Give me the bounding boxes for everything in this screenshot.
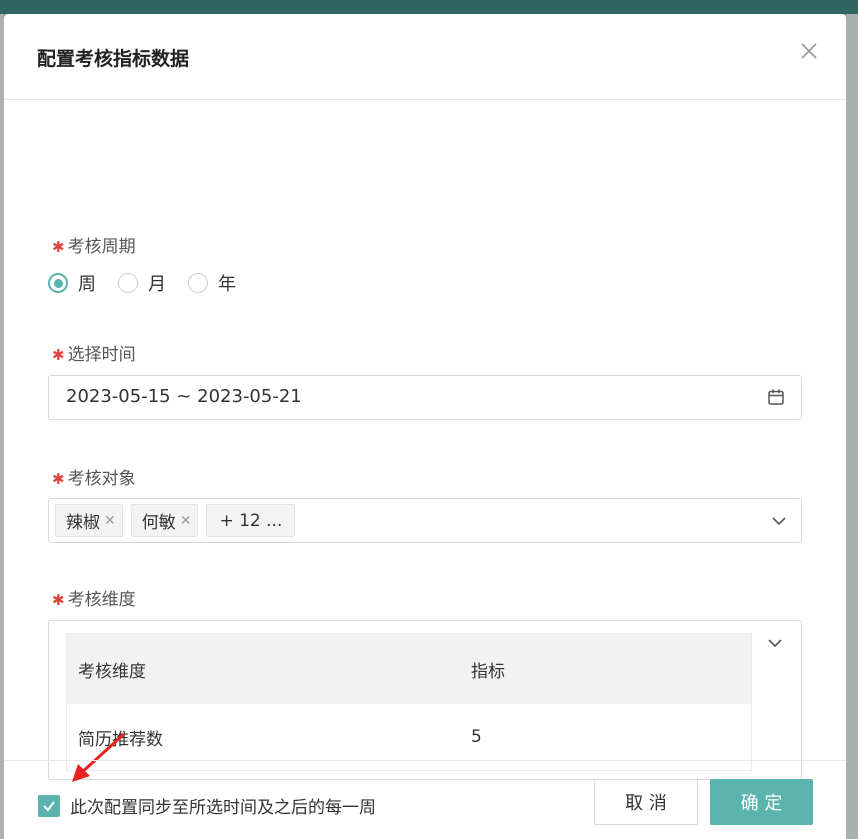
sync-checkbox[interactable]: 此次配置同步至所选时间及之后的每一周 bbox=[38, 793, 376, 818]
calendar-icon[interactable] bbox=[767, 388, 785, 406]
tag-item: 何敏 ✕ bbox=[130, 504, 199, 537]
column-header-dimension: 考核维度 bbox=[78, 661, 146, 682]
backdrop-right bbox=[846, 14, 858, 839]
tag-item: 辣椒 ✕ bbox=[55, 504, 123, 537]
chevron-down-icon[interactable] bbox=[767, 635, 783, 651]
dimension-label: ✱ 考核维度 bbox=[52, 590, 136, 610]
radio-checked-icon bbox=[48, 273, 68, 293]
period-radio-group: 周 月 年 bbox=[48, 270, 236, 296]
cell-indicator: 5 bbox=[471, 727, 482, 747]
dialog-header: 配置考核指标数据 bbox=[4, 14, 846, 100]
table-header: 考核维度 指标 bbox=[67, 634, 751, 704]
chevron-down-icon[interactable] bbox=[771, 513, 787, 529]
checkbox-checked-icon[interactable] bbox=[38, 794, 60, 817]
target-select[interactable]: 辣椒 ✕ 何敏 ✕ + 12 ... bbox=[48, 498, 802, 543]
target-label: ✱ 考核对象 bbox=[52, 469, 136, 489]
radio-year[interactable]: 年 bbox=[188, 270, 236, 296]
required-marker: ✱ bbox=[52, 346, 65, 364]
close-icon[interactable] bbox=[800, 42, 818, 60]
required-marker: ✱ bbox=[52, 470, 65, 488]
backdrop-header bbox=[0, 0, 858, 14]
radio-month[interactable]: 月 bbox=[118, 270, 166, 296]
time-label: ✱ 选择时间 bbox=[52, 345, 136, 365]
dialog-title: 配置考核指标数据 bbox=[37, 48, 190, 70]
dialog-footer: 此次配置同步至所选时间及之后的每一周 取 消 确 定 bbox=[4, 760, 846, 839]
tag-remove-icon[interactable]: ✕ bbox=[104, 513, 116, 529]
config-dialog: 配置考核指标数据 ✱ 考核周期 周 月 年 ✱ 选择时间 2023-05-15 … bbox=[4, 14, 846, 839]
date-range-picker[interactable]: 2023-05-15 ~ 2023-05-21 bbox=[48, 375, 802, 420]
required-marker: ✱ bbox=[52, 238, 65, 256]
radio-unchecked-icon bbox=[188, 273, 208, 293]
radio-unchecked-icon bbox=[118, 273, 138, 293]
tag-more-count[interactable]: + 12 ... bbox=[206, 504, 296, 537]
selected-tags: 辣椒 ✕ 何敏 ✕ + 12 ... bbox=[55, 504, 296, 537]
required-marker: ✱ bbox=[52, 591, 65, 609]
radio-week[interactable]: 周 bbox=[48, 270, 96, 296]
dimension-table: 考核维度 指标 简历推荐数 5 bbox=[66, 633, 752, 771]
tag-remove-icon[interactable]: ✕ bbox=[180, 513, 192, 529]
period-label: ✱ 考核周期 bbox=[52, 237, 136, 257]
sync-label: 此次配置同步至所选时间及之后的每一周 bbox=[70, 798, 376, 818]
cancel-button[interactable]: 取 消 bbox=[594, 779, 698, 825]
dimension-select[interactable]: 考核维度 指标 简历推荐数 5 bbox=[48, 620, 802, 780]
column-header-indicator: 指标 bbox=[471, 661, 505, 682]
date-range-value: 2023-05-15 ~ 2023-05-21 bbox=[66, 386, 302, 407]
confirm-button[interactable]: 确 定 bbox=[710, 779, 813, 825]
